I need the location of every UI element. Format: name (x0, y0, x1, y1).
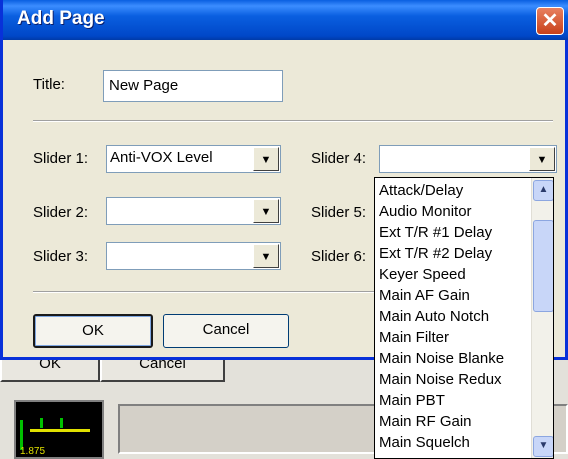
scroll-down-icon[interactable]: ▼ (533, 436, 553, 457)
meter-readout: 1.875 (20, 446, 46, 457)
slider-5-label: Slider 5: (311, 204, 367, 221)
chevron-down-icon[interactable]: ▼ (253, 244, 279, 268)
list-item[interactable]: Audio Monitor (379, 201, 472, 222)
list-item[interactable]: Keyer Speed (379, 264, 466, 285)
dialog-titlebar[interactable]: Add Page ✕ (3, 0, 568, 40)
slider-4-dropdown-list[interactable]: Attack/Delay Audio Monitor Ext T/R #1 De… (374, 177, 554, 459)
dialog-title: Add Page (17, 8, 105, 29)
slider-4-label: Slider 4: (311, 150, 367, 167)
list-item[interactable]: Main RF Gain (379, 411, 472, 432)
meter-tick (40, 418, 43, 428)
meter-tick (60, 418, 63, 428)
ok-button[interactable]: OK (33, 314, 153, 348)
meter-level-line (30, 429, 90, 432)
slider-1-label: Slider 1: (33, 150, 89, 167)
list-item[interactable]: Main Noise Blanke (379, 348, 504, 369)
list-item[interactable]: Ext T/R #1 Delay (379, 222, 492, 243)
chevron-down-icon[interactable]: ▼ (253, 147, 279, 171)
list-item[interactable]: Main Noise Redux (379, 369, 502, 390)
chevron-down-icon[interactable]: ▼ (529, 147, 555, 171)
cancel-button[interactable]: Cancel (163, 314, 289, 348)
dropdown-scrollbar[interactable]: ▲ ▼ (531, 178, 553, 458)
page-title-input-value: New Page (109, 77, 179, 94)
list-item[interactable]: Ext T/R #2 Delay (379, 243, 492, 264)
list-item[interactable]: Attack/Delay (379, 180, 463, 201)
background-meter: 1.875 (14, 400, 104, 459)
slider-2-select[interactable]: ▼ (106, 197, 281, 225)
slider-6-label: Slider 6: (311, 248, 367, 265)
scrollbar-thumb[interactable] (533, 220, 553, 312)
slider-3-select[interactable]: ▼ (106, 242, 281, 270)
slider-2-label: Slider 2: (33, 204, 89, 221)
slider-1-value: Anti-VOX Level (110, 149, 213, 166)
slider-1-select[interactable]: Anti-VOX Level ▼ (106, 145, 281, 173)
divider (33, 120, 553, 122)
close-icon[interactable]: ✕ (536, 7, 564, 35)
page-title-input[interactable]: New Page (103, 70, 283, 102)
list-item[interactable]: Main AF Gain (379, 285, 470, 306)
list-item[interactable]: Main Filter (379, 327, 449, 348)
scroll-up-icon[interactable]: ▲ (533, 180, 553, 201)
list-item[interactable]: Main Squelch (379, 432, 470, 453)
chevron-down-icon[interactable]: ▼ (253, 199, 279, 223)
title-label: Title: (33, 76, 65, 93)
slider-3-label: Slider 3: (33, 248, 89, 265)
list-item[interactable]: Main PBT (379, 390, 445, 411)
list-item[interactable]: Main Auto Notch (379, 306, 489, 327)
slider-4-select[interactable]: ▼ (379, 145, 557, 173)
